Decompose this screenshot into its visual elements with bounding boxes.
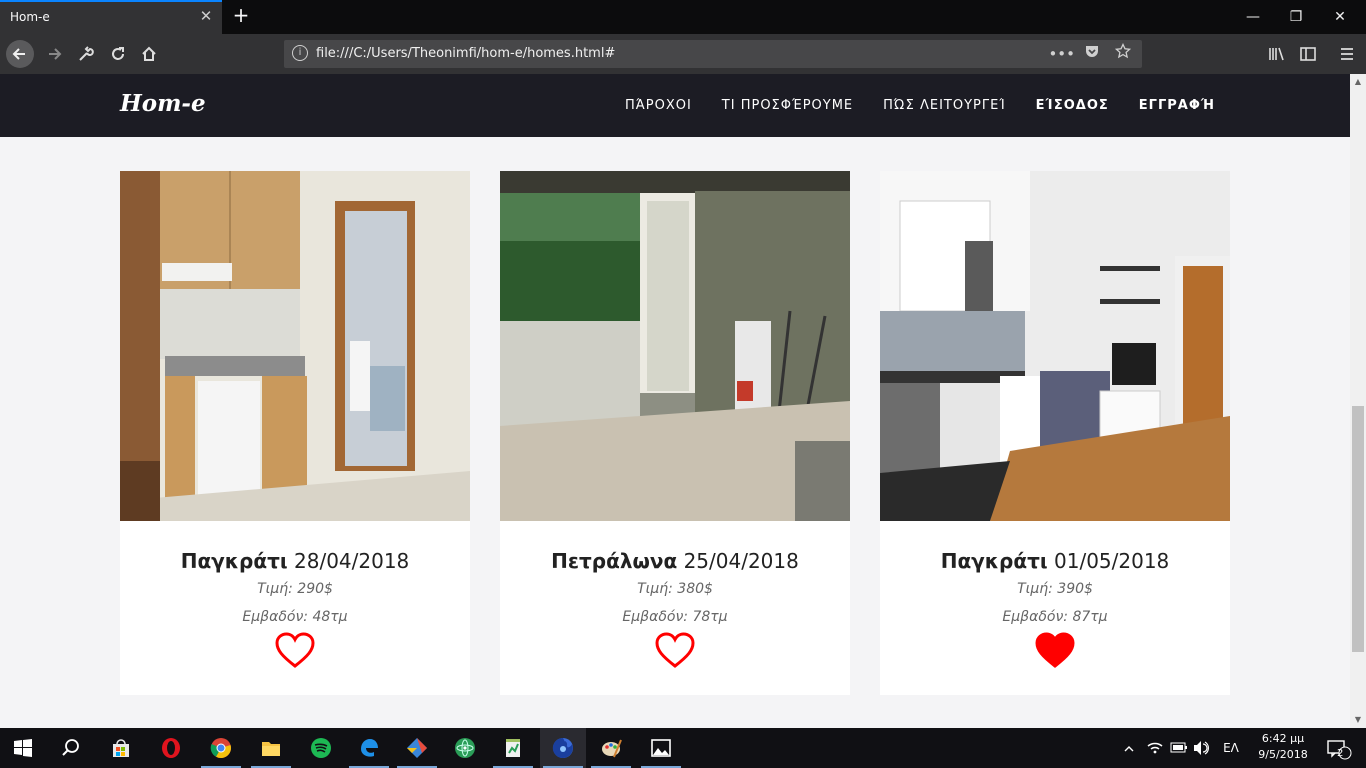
listing-details: Παγκράτι 28/04/2018 Τιμή: 290$ Εμβαδόν: … [120,521,470,695]
scroll-up-arrow-icon[interactable]: ▲ [1350,74,1366,90]
spotify-icon[interactable] [298,728,344,768]
listing-photo[interactable] [880,171,1230,521]
wifi-icon[interactable] [1144,728,1166,768]
window-restore-button[interactable]: ❐ [1276,4,1316,30]
window-minimize-button[interactable]: — [1233,4,1273,30]
tab-title: Hom-e [10,10,50,24]
listing-details: Πετράλωνα 25/04/2018 Τιμή: 380$ Εμβαδόν:… [500,521,850,695]
opera-icon[interactable] [148,728,194,768]
notification-center-icon[interactable]: 2 [1320,728,1356,768]
git-extensions-icon[interactable] [394,728,440,768]
listing-heading: Παγκράτι 28/04/2018 [120,549,470,573]
nav-link-register[interactable]: ΕΓΓΡΑΦΉ [1139,98,1215,113]
listing-area: Παγκράτι [940,549,1048,573]
search-icon[interactable] [48,728,94,768]
listings-section: Παγκράτι 28/04/2018 Τιμή: 290$ Εμβαδόν: … [0,137,1350,728]
listing-date: 01/05/2018 [1054,549,1170,573]
atom-icon[interactable] [442,728,488,768]
info-icon[interactable]: i [292,45,308,61]
tab-close-icon[interactable]: ✕ [198,7,214,25]
notepad-icon[interactable] [490,728,536,768]
pocket-icon[interactable] [1079,43,1105,63]
browser-tab-bar: Hom-e ✕ + — ❐ ✕ [0,0,1366,34]
paint-icon[interactable] [588,728,634,768]
site-nav: ΠΆΡΟΧΟΙ ΤΙ ΠΡΟΣΦΈΡΟΥΜΕ ΠΏΣ ΛΕΙΤΟΥΡΓΕΊ ΕΊ… [625,98,1215,113]
window-close-button[interactable]: ✕ [1320,4,1360,30]
reload-icon[interactable] [104,40,132,68]
new-tab-button[interactable]: + [230,3,252,29]
sidebar-icon[interactable] [1294,40,1322,68]
file-explorer-icon[interactable] [248,728,294,768]
favorite-heart-icon[interactable] [654,631,696,669]
brand-logo[interactable]: Hom-e [120,90,206,117]
listing-area: Παγκράτι [180,549,288,573]
page-actions-icon[interactable]: ••• [1048,45,1075,63]
back-arrow-icon[interactable] [6,40,34,68]
battery-icon[interactable] [1168,728,1190,768]
scroll-down-arrow-icon[interactable]: ▼ [1350,712,1366,728]
listing-area: Πετράλωνα [551,549,678,573]
listing-size: Εμβαδόν: 48τμ [242,609,348,625]
photos-icon[interactable] [638,728,684,768]
listing-size: Εμβαδόν: 78τμ [622,609,728,625]
listing-price: Τιμή: 290$ [257,581,333,597]
home-icon[interactable] [135,40,163,68]
listing-date: 28/04/2018 [294,549,410,573]
listing-heading: Πετράλωνα 25/04/2018 [500,549,850,573]
clock-date: 9/5/2018 [1258,748,1308,761]
listing-card[interactable]: Παγκράτι 01/05/2018 Τιμή: 390$ Εμβαδόν: … [880,171,1230,695]
favorite-heart-icon[interactable] [274,631,316,669]
library-icon[interactable] [1262,40,1290,68]
hamburger-menu-icon[interactable] [1333,40,1361,68]
language-indicator[interactable]: ΕΛ [1216,728,1246,768]
listing-heading: Παγκράτι 01/05/2018 [880,549,1230,573]
nav-link-offers[interactable]: ΤΙ ΠΡΟΣΦΈΡΟΥΜΕ [722,98,853,113]
listing-card[interactable]: Παγκράτι 28/04/2018 Τιμή: 290$ Εμβαδόν: … [120,171,470,695]
show-hidden-icons-chevron-icon[interactable] [1118,728,1140,768]
scrollbar-thumb[interactable] [1352,406,1364,652]
volume-icon[interactable] [1190,728,1212,768]
favorite-heart-filled-icon[interactable] [1034,631,1076,669]
url-bar[interactable]: i file:///C:/Users/Theonimfi/hom-e/homes… [284,40,1142,68]
listing-date: 25/04/2018 [683,549,799,573]
listing-size: Εμβαδόν: 87τμ [1002,609,1108,625]
browser-tab[interactable]: Hom-e ✕ [0,0,222,34]
forward-arrow-icon[interactable] [40,40,68,68]
listing-card[interactable]: Πετράλωνα 25/04/2018 Τιμή: 380$ Εμβαδόν:… [500,171,850,695]
wrench-icon[interactable] [72,40,100,68]
listing-details: Παγκράτι 01/05/2018 Τιμή: 390$ Εμβαδόν: … [880,521,1230,695]
system-clock[interactable]: 6:42 μμ 9/5/2018 [1252,731,1314,763]
windows-taskbar: ΕΛ 6:42 μμ 9/5/2018 2 [0,728,1366,768]
listing-photo[interactable] [500,171,850,521]
listing-photo[interactable] [120,171,470,521]
nav-link-how-it-works[interactable]: ΠΏΣ ΛΕΙΤΟΥΡΓΕΊ [883,98,1006,113]
url-text[interactable]: file:///C:/Users/Theonimfi/hom-e/homes.h… [316,46,615,61]
page-scrollbar[interactable]: ▲ ▼ [1350,74,1366,728]
windows-start-icon[interactable] [0,728,46,768]
nav-link-providers[interactable]: ΠΆΡΟΧΟΙ [625,98,692,113]
listing-price: Τιμή: 380$ [637,581,713,597]
nav-link-login[interactable]: ΕΊΣΟΔΟΣ [1036,98,1109,113]
notification-count-badge: 2 [1337,748,1344,759]
bookmark-star-icon[interactable] [1110,42,1136,63]
listing-price: Τιμή: 390$ [1017,581,1093,597]
firefox-icon[interactable] [540,728,586,768]
store-icon[interactable] [98,728,144,768]
clock-time: 6:42 μμ [1261,732,1305,745]
edge-icon[interactable] [346,728,392,768]
site-header: Hom-e ΠΆΡΟΧΟΙ ΤΙ ΠΡΟΣΦΈΡΟΥΜΕ ΠΏΣ ΛΕΙΤΟΥΡ… [0,74,1350,137]
chrome-icon[interactable] [198,728,244,768]
